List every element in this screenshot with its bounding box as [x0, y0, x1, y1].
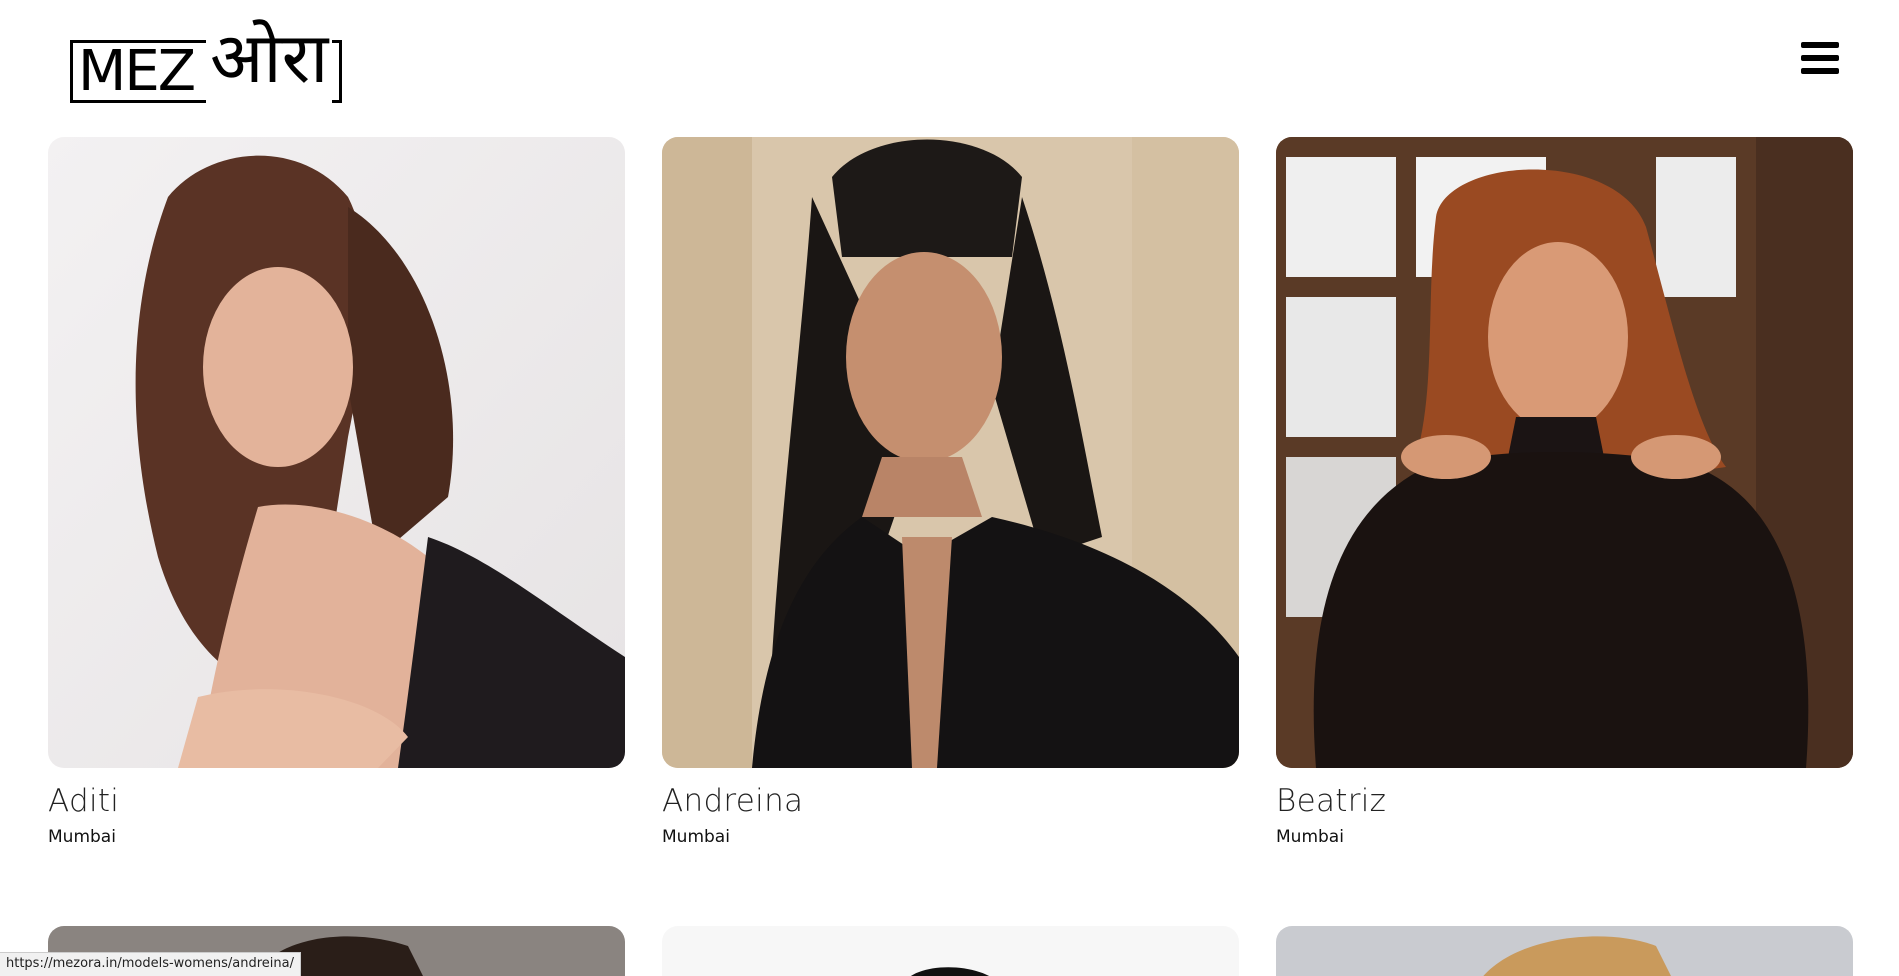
site-logo[interactable]: MEZ ओरा — [70, 12, 344, 104]
model-card-beatriz[interactable]: Beatriz Mumbai — [1276, 137, 1853, 847]
hamburger-icon-bar — [1801, 55, 1839, 61]
model-city: Mumbai — [48, 827, 116, 847]
hamburger-icon-bar — [1801, 68, 1839, 74]
hamburger-menu-button[interactable] — [1801, 42, 1839, 76]
model-city: Mumbai — [662, 827, 730, 847]
browser-status-url: https://mezora.in/models-womens/andreina… — [0, 952, 302, 976]
model-photo-image — [48, 137, 625, 768]
model-name[interactable]: Aditi — [48, 783, 119, 819]
model-card-row2-2[interactable] — [662, 926, 1239, 976]
model-photo-image — [1276, 137, 1853, 768]
model-card-andreina[interactable]: Andreina Mumbai — [662, 137, 1239, 847]
model-photo-image — [662, 137, 1239, 768]
model-photo-image — [662, 926, 1239, 976]
model-photo[interactable] — [1276, 926, 1853, 976]
logo-latin-text: MEZ — [78, 39, 196, 104]
hamburger-icon-bar — [1801, 42, 1839, 48]
model-city: Mumbai — [1276, 827, 1344, 847]
model-name[interactable]: Beatriz — [1276, 783, 1386, 819]
model-card-row2-3[interactable] — [1276, 926, 1853, 976]
model-photo[interactable] — [662, 137, 1239, 768]
model-photo-image — [1276, 926, 1853, 976]
model-photo[interactable] — [1276, 137, 1853, 768]
model-card-aditi[interactable]: Aditi Mumbai — [48, 137, 625, 847]
model-photo[interactable] — [48, 137, 625, 768]
site-header: MEZ ओरा — [0, 0, 1899, 130]
model-name[interactable]: Andreina — [662, 783, 803, 819]
model-photo[interactable] — [662, 926, 1239, 976]
logo-devanagari-text: ओरा — [206, 12, 333, 104]
